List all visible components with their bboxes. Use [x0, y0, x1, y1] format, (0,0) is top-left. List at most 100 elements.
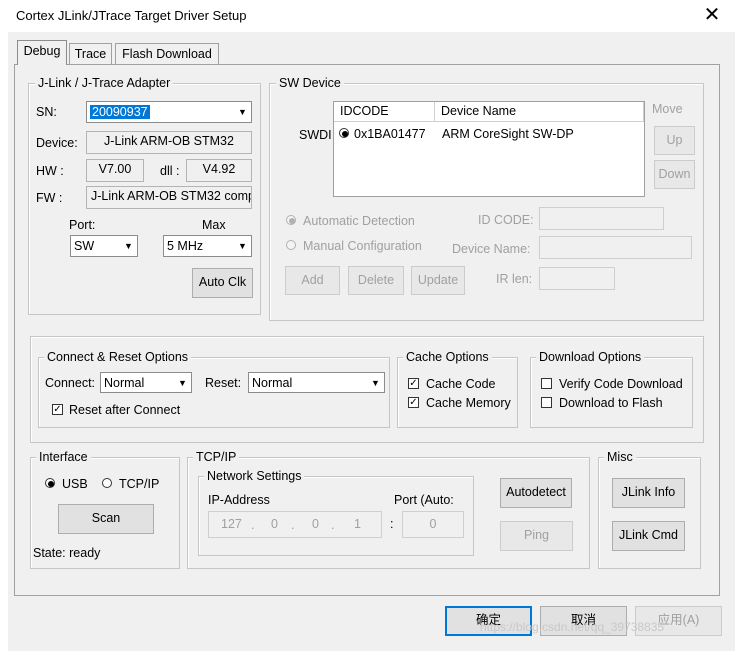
column-header-device-name[interactable]: Device Name	[435, 102, 644, 122]
tab-trace[interactable]: Trace	[69, 43, 112, 64]
ip-octet-1: 127	[221, 517, 242, 531]
device-idcode: 0x1BA01477	[354, 127, 426, 141]
reset-after-connect-checkbox[interactable]: ✓	[52, 404, 63, 415]
fw-label: FW :	[36, 191, 63, 205]
ping-button[interactable]: Ping	[500, 521, 573, 551]
verify-code-download-label: Verify Code Download	[559, 377, 683, 391]
device-name-label: Device Name:	[452, 242, 531, 256]
reset-label: Reset:	[205, 376, 242, 390]
add-button[interactable]: Add	[285, 266, 340, 295]
move-up-button[interactable]: Up	[654, 126, 695, 155]
device-label: Device:	[36, 136, 78, 150]
download-to-flash-checkbox[interactable]	[541, 397, 552, 408]
chevron-down-icon[interactable]: ▼	[234, 236, 251, 256]
tab-debug[interactable]: Debug	[17, 40, 67, 65]
sw-device-group-label: SW Device	[276, 76, 344, 91]
close-icon[interactable]: ✕	[700, 4, 724, 28]
ip-address-field[interactable]: 127 . 0 . 0 . 1	[208, 511, 382, 538]
device-name-field[interactable]	[539, 236, 692, 259]
watermark: https://blog.csdn.net/qq_39738835	[480, 620, 665, 634]
chevron-down-icon[interactable]: ▼	[234, 102, 251, 122]
list-item[interactable]: 0x1BA01477 ARM CoreSight SW-DP	[334, 124, 644, 144]
jlink-cmd-button[interactable]: JLink Cmd	[612, 521, 685, 551]
chevron-down-icon[interactable]: ▼	[174, 373, 191, 392]
interface-group-label: Interface	[36, 450, 91, 465]
background-window-strip	[0, 32, 8, 654]
dll-label: dll :	[160, 164, 180, 178]
sn-combo[interactable]: 20090937 ▼	[86, 101, 252, 123]
tcpip-radio[interactable]	[102, 478, 112, 488]
move-down-button[interactable]: Down	[654, 160, 695, 189]
connect-value: Normal	[104, 376, 145, 390]
ir-len-field[interactable]	[539, 267, 615, 290]
download-to-flash-label: Download to Flash	[559, 396, 663, 410]
id-code-label: ID CODE:	[478, 213, 534, 227]
usb-radio[interactable]	[45, 478, 55, 488]
download-options-group: Download Options	[530, 350, 693, 428]
ip-address-label: IP-Address	[208, 493, 270, 507]
reset-combo[interactable]: Normal ▼	[248, 372, 385, 393]
port-label: Port:	[69, 218, 96, 232]
ip-port-separator: :	[390, 517, 394, 531]
ir-len-label: IR len:	[496, 272, 533, 286]
misc-group-label: Misc	[604, 450, 636, 465]
swdi-label: SWDI	[299, 128, 332, 142]
chevron-down-icon[interactable]: ▼	[120, 236, 137, 256]
ip-octet-2: 0	[271, 517, 278, 531]
delete-button[interactable]: Delete	[348, 266, 404, 295]
tab-flash-download[interactable]: Flash Download	[115, 43, 219, 64]
auto-detection-label: Automatic Detection	[303, 214, 415, 228]
manual-config-label: Manual Configuration	[303, 239, 422, 253]
tcpip-group-label: TCP/IP	[193, 450, 240, 465]
tcpip-radio-label: TCP/IP	[119, 477, 160, 491]
update-button[interactable]: Update	[411, 266, 465, 295]
reset-value: Normal	[252, 376, 293, 390]
jlink-info-button[interactable]: JLink Info	[612, 478, 685, 508]
usb-label: USB	[62, 477, 88, 491]
sw-device-list[interactable]: IDCODE Device Name 0x1BA01477 ARM CoreSi…	[333, 101, 645, 197]
chevron-down-icon[interactable]: ▼	[367, 373, 384, 392]
cache-options-group: Cache Options	[397, 350, 518, 428]
ip-octet-4: 1	[354, 517, 361, 531]
ip-octet-3: 0	[312, 517, 319, 531]
hw-field: V7.00	[86, 159, 144, 182]
port-combo[interactable]: SW ▼	[70, 235, 138, 257]
port-field[interactable]: 0	[402, 511, 464, 538]
cache-options-group-label: Cache Options	[403, 350, 492, 365]
device-name: ARM CoreSight SW-DP	[442, 127, 574, 141]
connect-combo[interactable]: Normal ▼	[100, 372, 192, 393]
manual-config-radio[interactable]	[286, 240, 296, 250]
selected-radio-icon	[339, 128, 349, 138]
download-options-group-label: Download Options	[536, 350, 645, 365]
port-value: SW	[74, 239, 95, 253]
window-title: Cortex JLink/JTrace Target Driver Setup	[16, 8, 247, 23]
network-settings-label: Network Settings	[204, 469, 305, 484]
adapter-group-label: J-Link / J-Trace Adapter	[35, 76, 174, 91]
sn-value: 20090937	[90, 105, 150, 119]
device-field: J-Link ARM-OB STM32	[86, 131, 252, 154]
connect-label: Connect:	[45, 376, 96, 390]
max-clock-combo[interactable]: 5 MHz ▼	[163, 235, 252, 257]
cache-memory-checkbox[interactable]: ✓	[408, 397, 419, 408]
scan-button[interactable]: Scan	[58, 504, 154, 534]
fw-field: J-Link ARM-OB STM32 comp	[86, 186, 252, 209]
auto-clk-button[interactable]: Auto Clk	[192, 268, 253, 298]
id-code-field[interactable]	[539, 207, 664, 230]
reset-after-connect-label: Reset after Connect	[69, 403, 181, 417]
hw-label: HW :	[36, 164, 64, 178]
max-label: Max	[202, 218, 226, 232]
auto-detection-radio[interactable]	[286, 215, 296, 225]
port-auto-label: Port (Auto:	[394, 493, 454, 507]
cache-code-label: Cache Code	[426, 377, 496, 391]
misc-group: Misc	[598, 450, 701, 569]
autodetect-button[interactable]: Autodetect	[500, 478, 572, 508]
sn-label: SN:	[36, 105, 57, 119]
max-clock-value: 5 MHz	[167, 239, 204, 253]
dll-field: V4.92	[186, 159, 252, 182]
move-label: Move	[652, 102, 683, 116]
cache-code-checkbox[interactable]: ✓	[408, 378, 419, 389]
verify-code-download-checkbox[interactable]	[541, 378, 552, 389]
interface-state: State: ready	[33, 546, 101, 560]
column-header-idcode[interactable]: IDCODE	[334, 102, 435, 122]
connect-reset-group-label: Connect & Reset Options	[44, 350, 192, 365]
